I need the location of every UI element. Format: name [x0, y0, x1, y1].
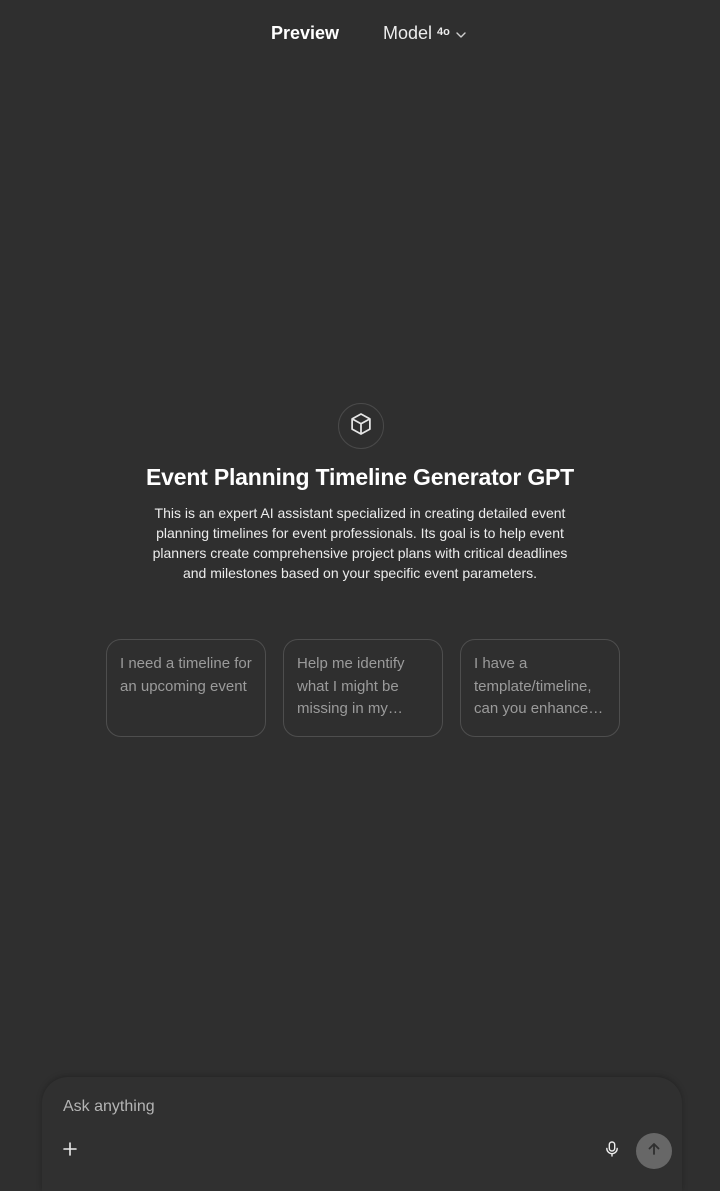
tab-preview[interactable]: Preview	[271, 23, 339, 44]
model-version: 4o	[437, 25, 450, 38]
send-button[interactable]	[636, 1133, 672, 1169]
suggestion-text: I have a template/timeline, can you enha…	[474, 655, 604, 717]
plus-icon	[62, 1141, 78, 1162]
suggestion-text: I need a timeline for an upcoming event	[120, 655, 252, 695]
gpt-title: Event Planning Timeline Generator GPT	[146, 464, 574, 490]
composer	[42, 1077, 682, 1191]
arrow-up-icon	[646, 1141, 662, 1162]
message-input[interactable]	[63, 1095, 643, 1119]
model-selector[interactable]: Model 4o	[383, 23, 467, 44]
suggestion-text: Help me identify what I might be missing…	[297, 655, 405, 717]
microphone-icon	[603, 1140, 621, 1163]
gpt-avatar	[338, 403, 384, 449]
suggestion-list: I need a timeline for an upcoming event …	[106, 639, 620, 737]
header: Preview Model 4o	[0, 0, 720, 70]
gpt-preview-page: Preview Model 4o Event Planning Timeline…	[0, 0, 720, 1191]
chevron-down-icon	[455, 28, 467, 40]
suggestion-card[interactable]: I need a timeline for an upcoming event	[106, 639, 266, 737]
suggestion-card[interactable]: I have a template/timeline, can you enha…	[460, 639, 620, 737]
model-label: Model	[383, 23, 433, 43]
cube-icon	[348, 411, 374, 442]
voice-input-button[interactable]	[600, 1139, 624, 1163]
gpt-description: This is an expert AI assistant specializ…	[152, 505, 568, 581]
add-attachment-button[interactable]	[58, 1139, 82, 1163]
suggestion-card[interactable]: Help me identify what I might be missing…	[283, 639, 443, 737]
